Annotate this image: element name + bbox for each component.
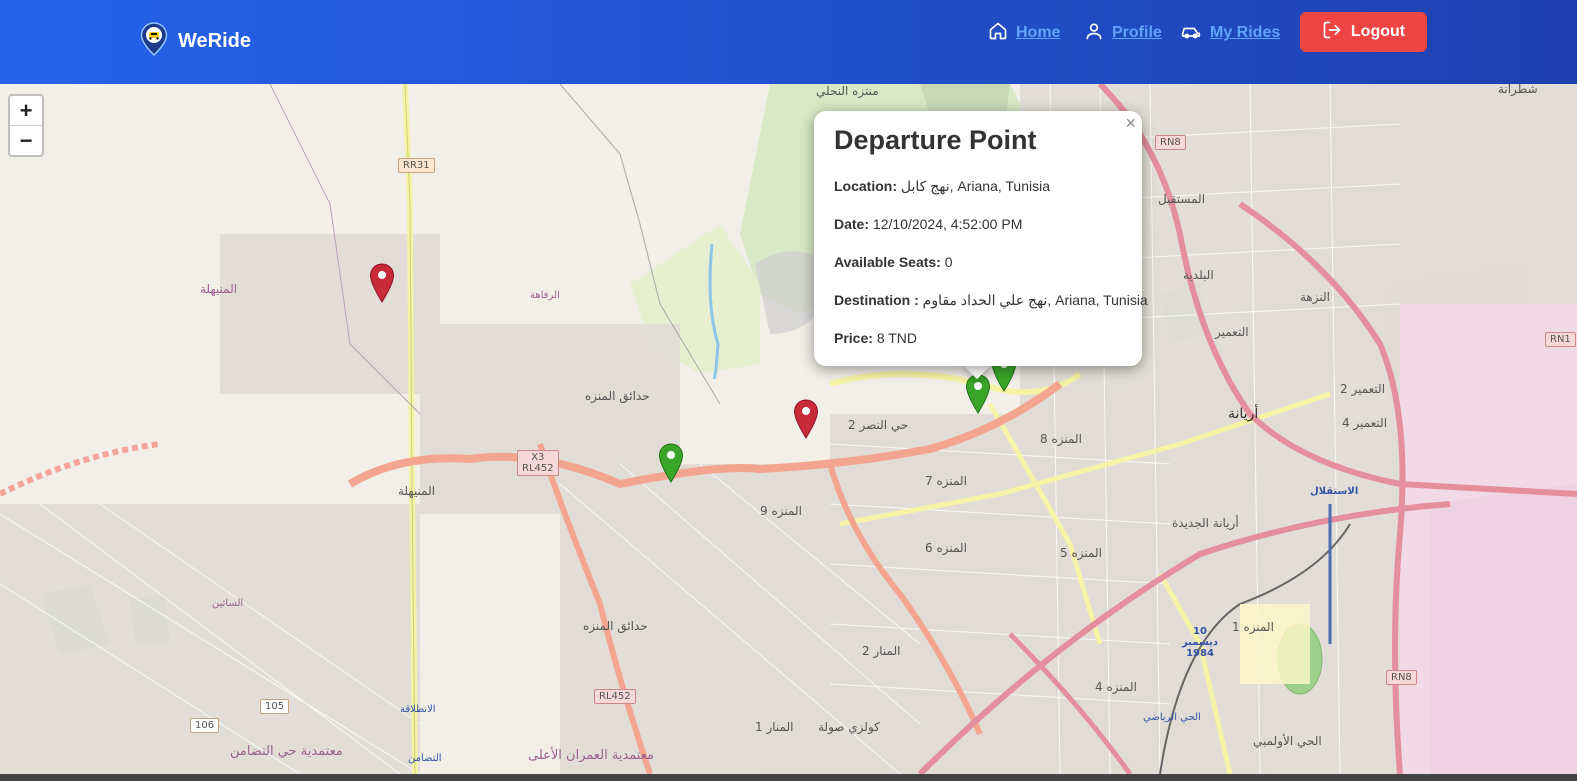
popup-location: Location: نهج كابل, Ariana, Tunisia — [834, 178, 1050, 195]
location-value: نهج كابل, Ariana, Tunisia — [900, 178, 1050, 194]
bottom-edge — [0, 774, 1577, 781]
navbar: WeRide Home Profile My Rides Logout — [0, 0, 1577, 84]
map-label: حي النصر 2 — [848, 418, 909, 432]
price-value: 8 TND — [876, 330, 918, 346]
home-icon — [988, 21, 1008, 46]
logout-icon — [1322, 20, 1342, 45]
brand-name: WeRide — [178, 30, 251, 52]
close-icon[interactable]: × — [1125, 113, 1136, 134]
road-shield: RN1 — [1545, 332, 1576, 347]
popup-price: Price: 8 TND — [834, 330, 917, 346]
popup-title: Departure Point — [834, 125, 1037, 155]
map-label: المنزه 4 — [1095, 680, 1137, 694]
map-pin-icon — [658, 443, 684, 483]
logout-label: Logout — [1350, 23, 1406, 40]
map-marker-red[interactable] — [369, 263, 395, 303]
date-value: 12/10/2024, 4:52:00 PM — [872, 216, 1023, 232]
map-pin-icon — [793, 399, 819, 439]
map-label: التعمير — [1215, 325, 1249, 339]
road-shield: X3 RL452 — [517, 450, 559, 476]
map-label: المنيهلة — [200, 282, 238, 296]
price-label: Price: — [834, 330, 873, 346]
road-shield: 105 — [260, 699, 290, 714]
map-label: أريانة الجديدة — [1172, 516, 1239, 530]
car-icon — [1180, 21, 1202, 46]
location-label: Location: — [834, 178, 897, 194]
seats-value: 0 — [944, 254, 953, 270]
map-label: البلدية — [1183, 268, 1214, 282]
road-shield: 106 — [190, 718, 220, 733]
nav-home[interactable]: Home — [988, 20, 1060, 46]
map-label: السائين — [212, 598, 244, 609]
map-label: المنار 1 — [755, 720, 794, 734]
map-tiles — [0, 84, 1577, 774]
road-shield: RN8 — [1386, 670, 1417, 685]
map-label: معتمدية العمران الأعلى — [528, 748, 654, 763]
nav-my-rides[interactable]: My Rides — [1180, 20, 1280, 46]
departure-popup: × Departure Point Location: نهج كابل, Ar… — [814, 111, 1148, 366]
map-label: 10 ديسمبر 1984 — [1181, 626, 1219, 659]
map-label: المنار 2 — [862, 644, 901, 658]
map-label: التعمير 2 — [1340, 382, 1386, 396]
map-marker-green[interactable] — [965, 374, 991, 414]
brand[interactable]: WeRide — [140, 22, 251, 61]
map-label: الرفاهة — [530, 290, 560, 301]
map-label: المستقبل — [1158, 192, 1206, 206]
map-label: الاستقلال — [1310, 486, 1359, 497]
destination-label: Destination : — [834, 292, 919, 308]
map-label: أريانة — [1228, 406, 1259, 422]
map-marker-green[interactable] — [658, 443, 684, 483]
road-shield: RR31 — [398, 158, 435, 173]
map-label: المنزه 6 — [925, 541, 967, 555]
map-label: التعمير 4 — [1342, 416, 1388, 430]
nav-my-rides-label: My Rides — [1210, 24, 1281, 41]
map-pin-icon — [965, 374, 991, 414]
map-label: المنيهلة — [398, 484, 436, 498]
nav-profile[interactable]: Profile — [1084, 20, 1162, 46]
zoom-control: + − — [8, 94, 44, 157]
zoom-in-button[interactable]: + — [10, 96, 42, 126]
map-label: منتزه النحلي — [816, 84, 879, 98]
destination-value: نهج علي الحداد مقاوم, Ariana, Tunisia — [922, 292, 1148, 308]
map-label: المنزه 8 — [1040, 432, 1082, 446]
map-label: المنزه 5 — [1060, 546, 1102, 560]
map-label: الحي الرياضي — [1143, 712, 1201, 723]
date-label: Date: — [834, 216, 870, 232]
logout-button[interactable]: Logout — [1300, 12, 1427, 52]
popup-destination: Destination : نهج علي الحداد مقاوم, Aria… — [834, 292, 1148, 309]
map-label: التضامن — [408, 753, 442, 764]
road-shield: RL452 — [594, 689, 636, 704]
map-label: الحي الأولمبي — [1253, 734, 1322, 748]
zoom-out-button[interactable]: − — [10, 126, 42, 155]
taxi-pin-icon — [140, 22, 168, 61]
map-label: المنزه 1 — [1232, 620, 1274, 634]
nav-home-label: Home — [1016, 24, 1061, 41]
road-shield: RN8 — [1155, 135, 1186, 150]
map-label: حدائق المنزه — [583, 619, 648, 633]
nav-profile-label: Profile — [1112, 24, 1162, 41]
map-pin-icon — [369, 263, 395, 303]
map-label: حدائق المنزه — [585, 389, 650, 403]
map-label: الانطلاقة — [400, 704, 436, 715]
map-label: النزهة — [1300, 290, 1330, 304]
map-label: كولزي صولة — [818, 720, 880, 734]
map-label: المنزه 9 — [760, 504, 802, 518]
map-label: شطرانة — [1498, 84, 1538, 96]
popup-date: Date: 12/10/2024, 4:52:00 PM — [834, 216, 1022, 232]
popup-seats: Available Seats: 0 — [834, 254, 953, 270]
seats-label: Available Seats: — [834, 254, 941, 270]
map-label: معتمدية حي التضامن — [230, 744, 343, 759]
map-label: المنزه 7 — [925, 474, 967, 488]
map-marker-red[interactable] — [793, 399, 819, 439]
map-canvas[interactable]: منتزه النحلي المستقبل المنيهلة الرفاهة ح… — [0, 84, 1577, 774]
user-icon — [1084, 21, 1104, 46]
